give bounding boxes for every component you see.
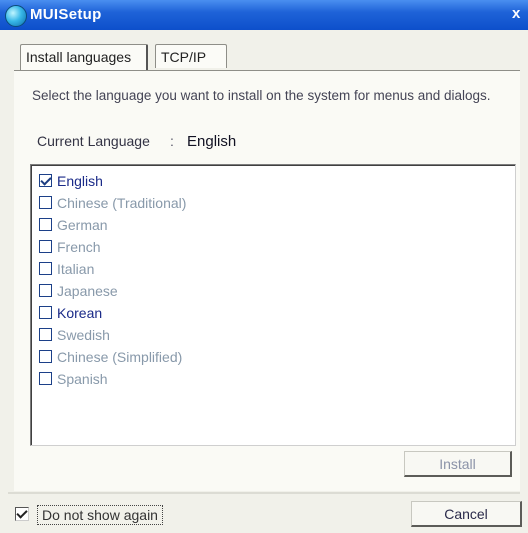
language-checkbox[interactable] <box>39 284 52 297</box>
current-language-separator: : <box>170 133 174 149</box>
language-checkbox[interactable] <box>39 240 52 253</box>
language-checkbox[interactable] <box>39 218 52 231</box>
title-bar[interactable]: MUISetup x <box>0 0 528 30</box>
language-checkbox[interactable] <box>39 328 52 341</box>
install-button[interactable]: Install <box>404 451 512 477</box>
language-label: Korean <box>57 305 103 321</box>
language-list[interactable]: English Chinese (Traditional) German Fre… <box>30 164 516 446</box>
language-label: Spanish <box>57 371 108 387</box>
language-checkbox[interactable] <box>39 262 52 275</box>
do-not-show-again-label[interactable]: Do not show again <box>37 505 163 525</box>
close-icon[interactable]: x <box>512 5 526 23</box>
current-language-label: Current Language <box>37 133 150 149</box>
window-title: MUISetup <box>30 6 102 23</box>
language-checkbox[interactable] <box>39 350 52 363</box>
language-label: Chinese (Simplified) <box>57 349 183 365</box>
globe-icon <box>5 5 27 27</box>
language-checkbox[interactable] <box>39 372 52 385</box>
language-label: German <box>57 217 108 233</box>
language-label: French <box>57 239 101 255</box>
language-label: English <box>57 173 103 189</box>
language-checkbox[interactable] <box>39 196 52 209</box>
tab-tcp-ip[interactable]: TCP/IP <box>155 44 227 68</box>
footer-divider <box>8 492 520 494</box>
language-label: Italian <box>57 261 95 277</box>
cancel-button[interactable]: Cancel <box>411 501 522 527</box>
language-label: Chinese (Traditional) <box>57 195 187 211</box>
current-language-value: English <box>187 133 237 150</box>
do-not-show-again-checkbox[interactable] <box>15 507 29 521</box>
language-label: Swedish <box>57 327 110 343</box>
language-checkbox[interactable] <box>39 306 52 319</box>
language-label: Japanese <box>57 283 118 299</box>
instruction-text: Select the language you want to install … <box>32 88 491 103</box>
language-checkbox[interactable] <box>39 174 52 187</box>
tab-install-languages[interactable]: Install languages <box>20 44 148 70</box>
muisetup-window: MUISetup x Install languages TCP/IP Sele… <box>0 0 528 533</box>
